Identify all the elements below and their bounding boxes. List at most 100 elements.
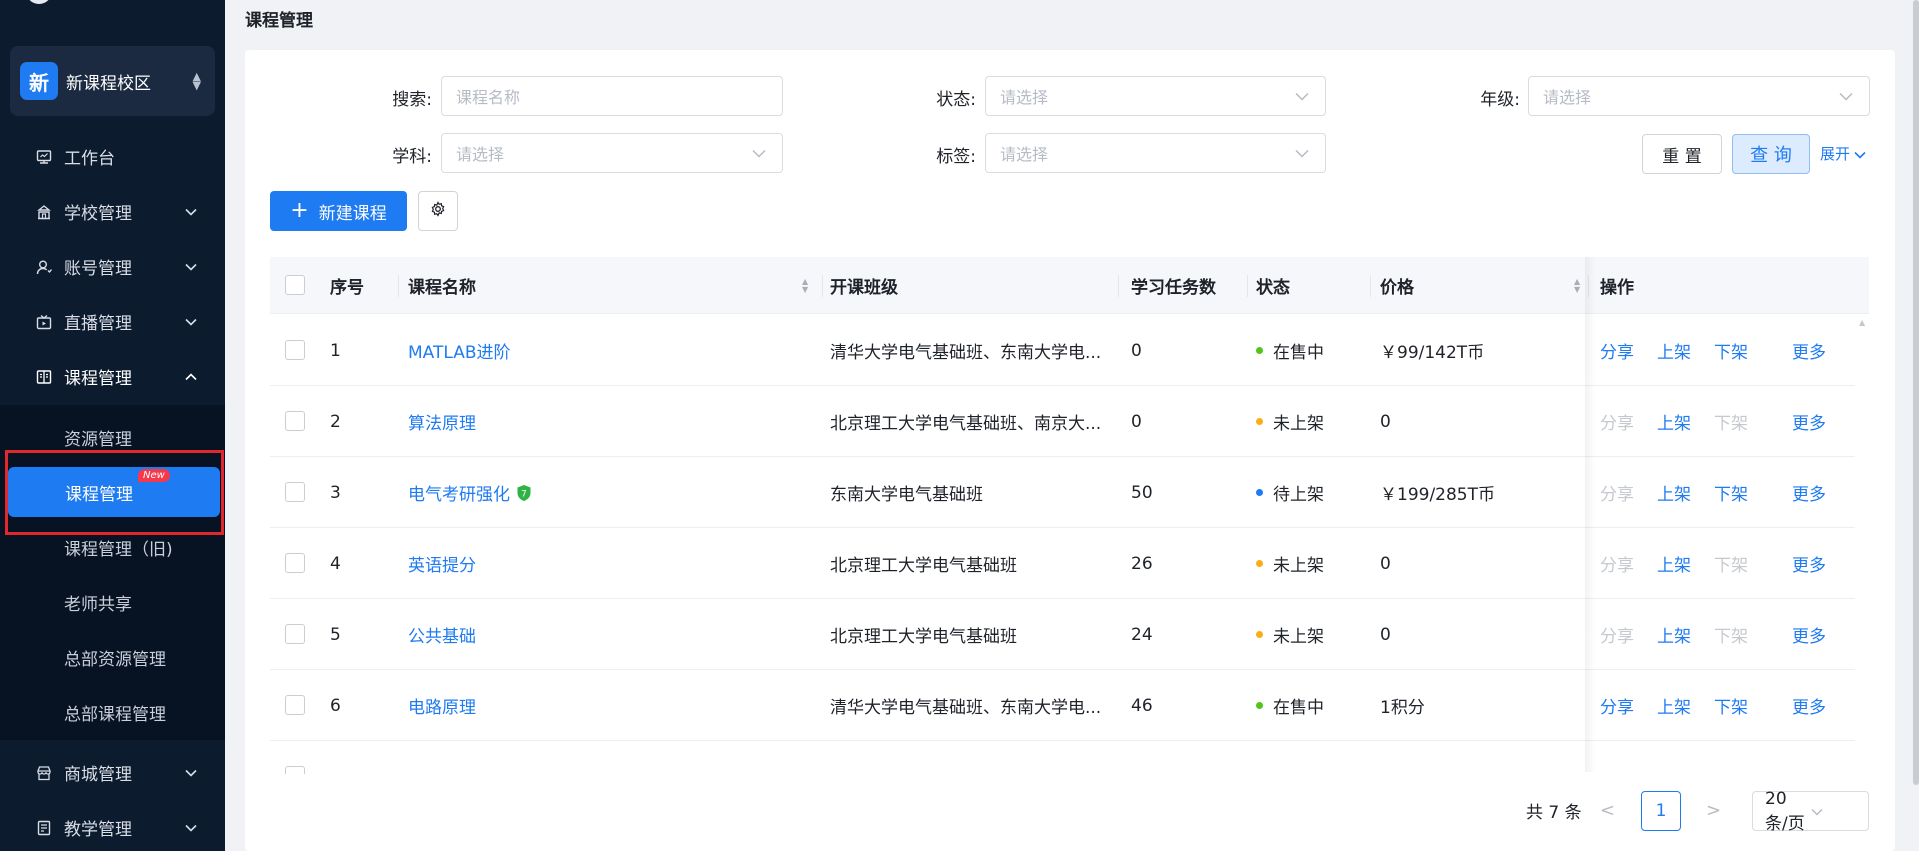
row-checkbox[interactable] [285,482,305,502]
status-placeholder: 请选择 [1000,88,1049,107]
monitor-icon [34,147,54,167]
menu-item-shop[interactable]: 商城管理 [0,745,225,800]
column-divider [822,275,823,297]
row-checkbox[interactable] [285,766,305,774]
chevron-up-icon [183,372,199,381]
grade-select[interactable]: 请选择 [1528,76,1870,116]
share-button[interactable]: 分享 [1600,599,1634,670]
row-checkbox[interactable] [285,695,305,715]
menu-item-live[interactable]: 直播管理 [0,294,225,349]
more-button[interactable]: 更多 [1792,670,1826,741]
live-icon [34,312,54,332]
list-down-button[interactable]: 下架 [1714,457,1748,528]
query-button[interactable]: 查 询 [1732,134,1810,174]
list-up-button[interactable]: 上架 [1657,599,1691,670]
row-checkbox[interactable] [285,553,305,573]
fixed-column-shadow [1585,257,1595,772]
table-header: 序号 课程名称 ▲ ▼ 开课班级 学习任务数 状态 价格 ▲ ▼ 操作 [270,257,1869,314]
more-button[interactable]: 更多 [1792,528,1826,599]
course-name-link[interactable]: 电路原理 [408,693,476,718]
share-button[interactable]: 分享 [1600,528,1634,599]
page-button-current[interactable]: 1 [1641,791,1681,831]
share-button[interactable]: 分享 [1600,457,1634,528]
row-status: 未上架 [1256,528,1366,599]
page-size-select[interactable]: 20 条/页 [1752,789,1869,834]
header-tasks: 学习任务数 [1131,278,1216,298]
list-up-button[interactable]: 上架 [1657,528,1691,599]
list-up-button[interactable]: 上架 [1657,315,1691,386]
row-price: ￥199/285T币 [1380,485,1496,505]
row-checkbox[interactable] [285,340,305,360]
tag-select[interactable]: 请选择 [985,133,1326,173]
reset-button[interactable]: 重 置 [1642,134,1722,174]
course-name-link[interactable]: 电气考研强化 [408,480,510,505]
chevron-down-icon [1854,145,1866,163]
more-button[interactable]: 更多 [1792,386,1826,457]
more-button[interactable]: 更多 [1792,315,1826,386]
sort-icon[interactable]: ▲ ▼ [1574,278,1580,294]
list-down-button[interactable]: 下架 [1714,599,1748,670]
chevron-down-icon [183,318,199,326]
table-row: 5 公共基础 北京理工大学电气基础班 24 未上架 0 分享 上架 下架 更多 [270,599,1855,670]
header-price: 价格 [1380,278,1414,298]
next-page-icon[interactable]: > [1706,800,1721,821]
row-name-cell: 电气考研强化 7 [408,457,808,528]
row-checkbox[interactable] [285,411,305,431]
row-checkbox[interactable] [285,624,305,644]
submenu-item-teacher-share[interactable]: 老师共享 [0,575,225,630]
list-down-button[interactable]: 下架 [1714,670,1748,741]
course-name-link[interactable]: MATLAB进阶 [408,338,511,363]
campus-switcher[interactable]: 新 新课程校区 ▲ ▼ [10,46,215,116]
list-down-button[interactable]: 下架 [1714,315,1748,386]
share-button[interactable]: 分享 [1600,386,1634,457]
chevron-down-icon [1295,149,1311,158]
status-dot [1256,418,1263,425]
row-tasks: 46 [1131,695,1153,716]
table-scroll-up-icon[interactable]: ▲ [1859,318,1865,327]
chevron-down-icon [1295,92,1311,101]
row-name-cell: 电路原理 [408,670,808,741]
table-row-clipped [270,760,1855,774]
chevron-down-icon [183,769,199,777]
menu-item-school[interactable]: 学校管理 [0,184,225,239]
share-button[interactable]: 分享 [1600,315,1634,386]
search-label: 搜索: [392,90,432,110]
menu-item-course[interactable]: 课程管理 [0,349,225,404]
row-status: 未上架 [1256,386,1366,457]
course-name-link[interactable]: 算法原理 [408,409,476,434]
course-name-link[interactable]: 英语提分 [408,551,476,576]
chevron-down-icon [1839,92,1855,101]
subject-select[interactable]: 请选择 [441,133,783,173]
menu-item-account[interactable]: 账号管理 [0,239,225,294]
share-button[interactable]: 分享 [1600,670,1634,741]
submenu-item-hq-resources[interactable]: 总部资源管理 [0,630,225,685]
status-select[interactable]: 请选择 [985,76,1326,116]
list-up-button[interactable]: 上架 [1657,386,1691,457]
search-placeholder: 课程名称 [456,88,521,107]
page-scrollbar[interactable] [1913,0,1919,785]
expand-toggle[interactable]: 展开 [1820,143,1866,164]
course-name-link[interactable]: 公共基础 [408,622,476,647]
search-input[interactable]: 课程名称 [441,76,783,116]
sort-icon[interactable]: ▲ ▼ [802,278,808,294]
new-course-label: 新建课程 [318,203,387,224]
row-classes: 清华大学电气基础班、东南大学电... [830,698,1102,718]
new-course-button[interactable]: + 新建课程 [270,191,407,231]
settings-button[interactable] [418,191,458,231]
header-classes: 开课班级 [830,278,898,298]
more-button[interactable]: 更多 [1792,457,1826,528]
row-index: 3 [330,482,341,503]
row-classes: 北京理工大学电气基础班 [830,556,1017,576]
list-up-button[interactable]: 上架 [1657,670,1691,741]
list-down-button[interactable]: 下架 [1714,528,1748,599]
status-dot [1256,489,1263,496]
list-up-button[interactable]: 上架 [1657,457,1691,528]
submenu-item-hq-course[interactable]: 总部课程管理 [0,685,225,740]
menu-item-teaching[interactable]: 教学管理 [0,800,225,851]
list-down-button[interactable]: 下架 [1714,386,1748,457]
menu-item-workbench[interactable]: 工作台 [0,129,225,184]
more-button[interactable]: 更多 [1792,599,1826,670]
status-dot [1256,631,1263,638]
select-all-checkbox[interactable] [285,275,305,295]
prev-page-icon[interactable]: < [1600,800,1615,821]
